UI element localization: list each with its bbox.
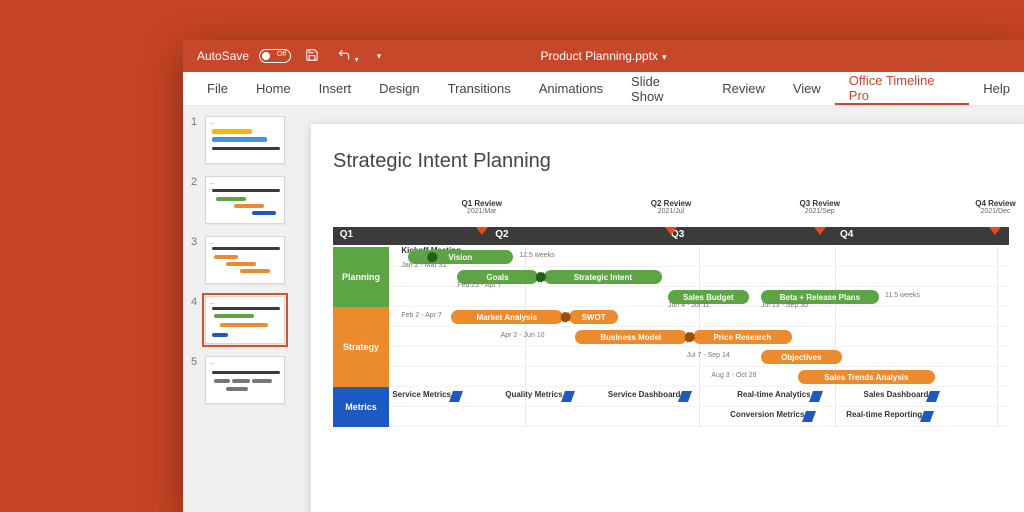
- quarter-label: Q1: [340, 229, 353, 240]
- review-flag: Q1 Review2021/Mar: [461, 199, 501, 215]
- task-pill[interactable]: Strategic Intent: [544, 270, 662, 284]
- timeline-row: Sales BudgetBeta + Release PlansJun 4 - …: [389, 287, 1009, 307]
- metric-marker-icon: [678, 391, 692, 402]
- review-flag: Q2 Review2021/Jul: [651, 199, 691, 215]
- timeline-row: GoalsStrategic IntentFeb 23 - Apr 7: [389, 267, 1009, 287]
- task-date-range: Feb 2 - Apr 7: [401, 312, 441, 319]
- tab-file[interactable]: File: [193, 72, 242, 105]
- timeline-row: Market Analysis SWOT Feb 2 - Apr 7: [389, 307, 1009, 327]
- section-strategy: Strategy Market Analysis SWOT Feb 2 - Apr 7…: [333, 307, 1009, 387]
- metric-label: Service Dashboard: [608, 390, 680, 399]
- timeline-row: Conversion Metrics Real-time Reporting: [389, 407, 1009, 427]
- metric-marker-icon: [449, 391, 463, 402]
- section-label: Strategy: [333, 307, 389, 387]
- tab-office-timeline-pro[interactable]: Office Timeline Pro: [835, 72, 969, 105]
- task-duration: 11.5 weeks: [885, 292, 920, 299]
- review-marker-icon: [476, 227, 488, 235]
- tab-view[interactable]: View: [779, 72, 835, 105]
- tab-insert[interactable]: Insert: [305, 72, 366, 105]
- timeline-row: Service Metrics Quality Metrics Service Da…: [389, 387, 1009, 407]
- task-date-range: Apr 2 - Jun 10: [501, 332, 545, 339]
- powerpoint-window: AutoSave Off ▾ ▾ Product Planning.pptx▾ …: [183, 40, 1024, 512]
- task-pill[interactable]: Market Analysis: [451, 310, 563, 324]
- slide-thumbnail-panel: 1 — 2 — 3 — 4 — 5 —: [183, 106, 293, 512]
- task-pill[interactable]: Price Research: [693, 330, 792, 344]
- review-marker-icon: [665, 227, 677, 235]
- task-date-range: Jul 7 - Sep 14: [687, 352, 730, 359]
- tab-help[interactable]: Help: [969, 72, 1024, 105]
- slide-thumbnail-1[interactable]: —: [205, 116, 285, 164]
- timeline-row: Objectives Jul 7 - Sep 14: [389, 347, 1009, 367]
- quarter-label: Q2: [495, 229, 508, 240]
- metric-marker-icon: [802, 411, 816, 422]
- tab-transitions[interactable]: Transitions: [434, 72, 525, 105]
- section-metrics: MetricsService MetricsQuality MetricsSer…: [333, 387, 1009, 427]
- save-icon[interactable]: [301, 48, 323, 65]
- document-title: Product Planning.pptx: [541, 49, 658, 63]
- task-pill[interactable]: SWOT: [569, 310, 619, 324]
- review-marker-icon: [989, 227, 1001, 235]
- slide-thumbnail-3[interactable]: —: [205, 236, 285, 284]
- task-duration: 12.5 weeks: [519, 252, 554, 259]
- metric-label: Sales Dashboard: [863, 390, 928, 399]
- review-flag: Q4 Review2021/Dec: [975, 199, 1015, 215]
- tab-home[interactable]: Home: [242, 72, 305, 105]
- thumb-number: 3: [191, 236, 199, 248]
- metric-label: Real-time Analytics: [737, 390, 811, 399]
- review-flag: Q3 Review2021/Sep: [799, 199, 839, 215]
- qat-customize-icon[interactable]: ▾: [373, 51, 386, 62]
- section-planning: PlanningKickoff MeetingVisionJan 2 - Mar…: [333, 247, 1009, 307]
- section-label: Planning: [333, 247, 389, 307]
- work-area: 1 — 2 — 3 — 4 — 5 — Strategic Intent Planning Q1 …: [183, 106, 1024, 512]
- title-bar: AutoSave Off ▾ ▾ Product Planning.pptx▾: [183, 40, 1024, 72]
- tab-design[interactable]: Design: [365, 72, 433, 105]
- tab-review[interactable]: Review: [708, 72, 779, 105]
- thumb-number: 2: [191, 176, 199, 188]
- timeline-row: Business Model Price Research Apr 2 - Jun …: [389, 327, 1009, 347]
- thumb-number: 4: [191, 296, 199, 308]
- timeline-row: Sales Trends Analysis Aug 3 - Oct 28: [389, 367, 1009, 387]
- slide-thumbnail-4[interactable]: —: [205, 296, 285, 344]
- task-pill[interactable]: Objectives: [761, 350, 842, 364]
- tab-slide-show[interactable]: Slide Show: [617, 72, 708, 105]
- metric-marker-icon: [926, 391, 940, 402]
- section-label: Metrics: [333, 387, 389, 427]
- ribbon-tabs: FileHomeInsertDesignTransitionsAnimation…: [183, 72, 1024, 106]
- timeline: Q1 Review2021/Mar Q2 Review2021/Jul Q3 Rev…: [333, 199, 1009, 427]
- quarter-label: Q4: [840, 229, 853, 240]
- metric-marker-icon: [920, 411, 934, 422]
- slide[interactable]: Strategic Intent Planning Q1 Review2021/…: [311, 124, 1024, 512]
- slide-canvas-area: Strategic Intent Planning Q1 Review2021/…: [293, 106, 1024, 512]
- slide-title: Strategic Intent Planning: [333, 150, 1009, 173]
- review-marker-icon: [814, 227, 826, 235]
- autosave-toggle[interactable]: Off: [259, 49, 291, 63]
- metric-label: Conversion Metrics: [730, 410, 804, 419]
- task-pill[interactable]: Sales Trends Analysis: [798, 370, 934, 384]
- autosave-label: AutoSave: [197, 49, 249, 63]
- thumb-number: 5: [191, 356, 199, 368]
- task-pill[interactable]: Business Model: [575, 330, 687, 344]
- thumb-number: 1: [191, 116, 199, 128]
- timeline-row: Kickoff MeetingVisionJan 2 - Mar 3112.5 …: [389, 247, 1009, 267]
- metric-label: Service Metrics: [392, 390, 451, 399]
- metric-label: Real-time Reporting: [846, 410, 922, 419]
- metric-label: Quality Metrics: [505, 390, 562, 399]
- tab-animations[interactable]: Animations: [525, 72, 617, 105]
- slide-thumbnail-5[interactable]: —: [205, 356, 285, 404]
- task-date-range: Aug 3 - Oct 28: [711, 372, 756, 379]
- slide-thumbnail-2[interactable]: —: [205, 176, 285, 224]
- undo-icon[interactable]: ▾: [333, 48, 363, 65]
